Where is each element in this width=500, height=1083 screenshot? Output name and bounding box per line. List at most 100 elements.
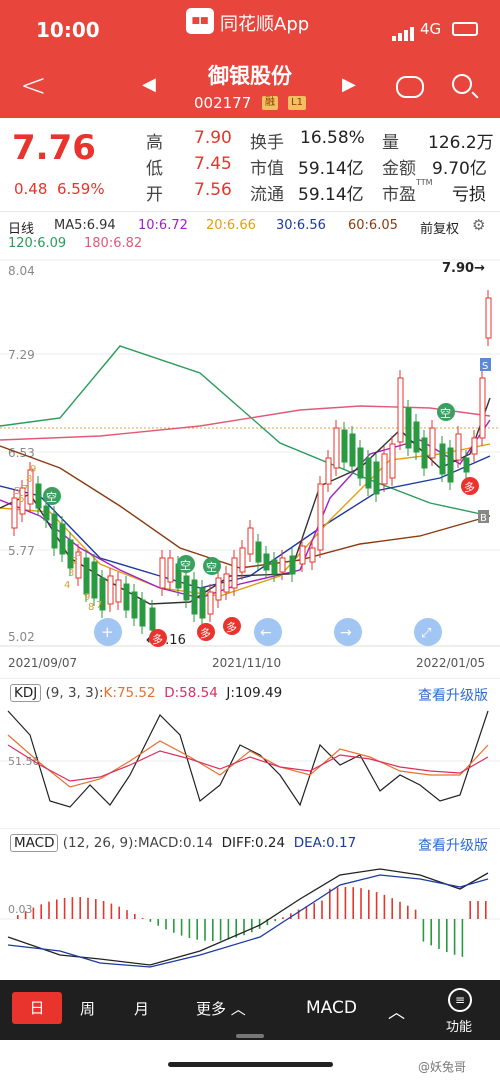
kdj-header: KDJ (9, 3, 3):K:75.52 D:58.54 J:109.49	[10, 684, 283, 702]
scroll-left-button[interactable]: ←	[254, 618, 282, 646]
scroll-right-button[interactable]: →	[334, 618, 362, 646]
x-label-1: 2021/11/10	[212, 656, 281, 670]
candle-body	[115, 579, 122, 603]
kdj-k: K:75.52	[103, 685, 156, 701]
candle-body	[357, 447, 364, 479]
kline-chart[interactable]: 8.04 7.29 6.53 5.77 5.02 2021/09/07 2021…	[0, 258, 500, 672]
candle-body	[439, 443, 446, 475]
kdj-selector[interactable]: KDJ	[10, 684, 42, 702]
candle-body	[309, 547, 316, 563]
y-label-0: 8.04	[8, 264, 35, 278]
ma60-label: 60:6.05	[348, 218, 398, 233]
candle-body	[381, 453, 388, 485]
candle-body	[373, 461, 380, 495]
candle-body	[51, 513, 58, 549]
pe-label: 市盈	[382, 185, 416, 205]
ma120-label: 120:6.09	[8, 236, 67, 251]
gear-icon[interactable]: ⚙	[472, 216, 485, 234]
svg-text:→: →	[340, 625, 352, 641]
svg-text:多: 多	[464, 480, 475, 494]
y-label-1: 7.29	[8, 348, 35, 362]
macd-upgrade-link[interactable]: 查看升级版	[418, 835, 488, 855]
turnover-value: 16.58%	[300, 128, 365, 148]
home-indicator	[168, 1062, 333, 1067]
high-marker: 7.90→	[442, 261, 485, 276]
kdj-d: D:58.54	[164, 685, 218, 701]
candle-body	[199, 587, 206, 619]
status-bar: 10:00 ■■ 同花顺App 4G	[0, 0, 500, 58]
search-icon[interactable]	[452, 74, 472, 94]
svg-text:B: B	[480, 513, 487, 524]
candle-body	[325, 457, 332, 485]
low-value: 7.45	[194, 154, 232, 174]
candle-body	[43, 505, 50, 521]
zoom-in-button[interactable]: +	[94, 618, 122, 646]
robot-icon[interactable]	[396, 76, 424, 98]
last-price: 7.76	[12, 128, 96, 168]
change-pct: 6.59%	[56, 180, 105, 198]
svg-text:空: 空	[206, 560, 217, 574]
candle-body	[333, 427, 340, 469]
macd-panel: MACD (12, 26, 9):MACD:0.14 DIFF:0.24 DEA…	[0, 828, 500, 978]
svg-text:多: 多	[226, 620, 237, 634]
kdj-j: J:109.49	[226, 685, 283, 701]
network-type: 4G	[420, 20, 442, 38]
sequence-number: 1	[76, 548, 82, 559]
stock-name: 御银股份	[208, 64, 292, 88]
chevron-up-icon[interactable]: ︿	[388, 998, 405, 1023]
next-stock-button[interactable]: ▶	[342, 74, 356, 95]
period-label[interactable]: 日线	[8, 218, 34, 237]
candle-body	[389, 443, 396, 479]
tab-more[interactable]: 更多 ︿	[196, 998, 246, 1019]
adjust-label[interactable]: 前复权	[420, 218, 459, 237]
float-label: 流通	[250, 185, 284, 205]
volume-value: 126.2万	[428, 133, 494, 153]
svg-text:空: 空	[46, 490, 57, 504]
ma5-label: MA5:6.94	[54, 218, 116, 233]
candle-body	[191, 579, 198, 615]
svg-text:空: 空	[440, 406, 451, 420]
app-name: 同花顺App	[220, 14, 310, 35]
sell-signal-badge: 空	[177, 555, 195, 573]
tab-week[interactable]: 周	[80, 998, 95, 1019]
ma20-label: 20:6.66	[206, 218, 256, 233]
indicator-selector[interactable]: MACD	[306, 998, 357, 1018]
kdj-upgrade-link[interactable]: 查看升级版	[418, 685, 488, 705]
fullscreen-button[interactable]: ⤢	[414, 618, 442, 646]
candle-body	[289, 555, 296, 575]
sell-signal-badge: 空	[43, 487, 61, 505]
sequence-number: 8	[88, 602, 94, 613]
candle-body	[231, 557, 238, 589]
candle-body	[317, 483, 324, 551]
macd-selector[interactable]: MACD	[10, 834, 59, 852]
candle-body	[485, 297, 492, 339]
tab-more-label: 更多	[196, 1000, 227, 1018]
candle-body	[91, 561, 98, 599]
low-label: 低	[146, 159, 163, 179]
mktcap-value: 59.14亿	[298, 159, 364, 179]
volume-label: 量	[382, 133, 399, 153]
candle-body	[83, 557, 90, 595]
sequence-number: 4	[64, 580, 70, 591]
macd-params: (12, 26, 9):MACD:0.14	[62, 835, 214, 851]
candle-body	[471, 437, 478, 455]
open-label: 开	[146, 185, 163, 205]
candle-body	[139, 599, 146, 627]
float-value: 59.14亿	[298, 185, 364, 205]
amount-value: 9.70亿	[432, 159, 487, 179]
x-label-2: 2022/01/05	[416, 656, 485, 670]
func-label[interactable]: 功能	[446, 1016, 472, 1035]
macd-header: MACD (12, 26, 9):MACD:0.14 DIFF:0.24 DEA…	[10, 834, 356, 852]
svg-text:S: S	[482, 361, 488, 372]
tab-day[interactable]: 日	[12, 992, 62, 1024]
tab-month[interactable]: 月	[134, 998, 149, 1019]
sequence-number: 5	[14, 486, 20, 497]
candle-body	[299, 545, 306, 565]
buy-signal-badge: 多	[149, 629, 167, 647]
candle-body	[421, 437, 428, 469]
change-value: 0.48	[14, 180, 48, 198]
mktcap-label: 市值	[250, 159, 284, 179]
clock: 10:00	[36, 18, 100, 42]
menu-icon[interactable]: ≡	[448, 988, 472, 1012]
app-logo-icon: ■■	[186, 8, 214, 34]
